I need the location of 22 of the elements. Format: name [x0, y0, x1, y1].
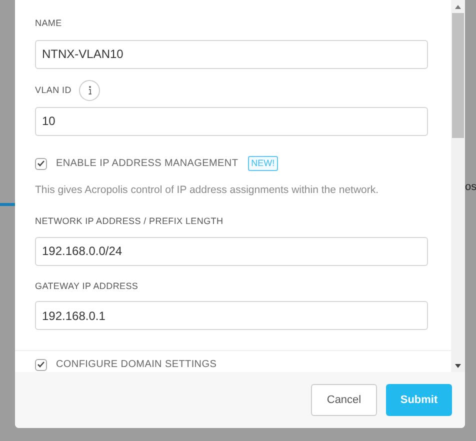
scrollbar-thumb[interactable]	[452, 13, 464, 138]
field-label: VLAN ID	[35, 84, 72, 98]
checkbox[interactable]	[35, 358, 47, 371]
field-label: NAME	[35, 17, 62, 30]
info-icon[interactable]	[79, 80, 100, 102]
input-field[interactable]: 10	[35, 106, 428, 136]
description-text: This gives Acropolis control of IP address assignments within the network.	[35, 183, 380, 198]
cancel-button[interactable]: Cancel	[311, 384, 377, 416]
background-text: os	[465, 180, 476, 195]
input-field[interactable]: NTNX-VLAN10	[35, 40, 428, 69]
tab-indicator	[0, 203, 15, 206]
field-label: GATEWAY IP ADDRESS	[35, 280, 140, 293]
scroll-down-icon[interactable]	[454, 363, 462, 369]
checkbox[interactable]	[35, 158, 47, 170]
input-field[interactable]: 192.168.0.1	[35, 301, 428, 330]
field-label: NETWORK IP ADDRESS / PREFIX LENGTH	[35, 215, 224, 228]
scrollbar[interactable]	[451, 0, 465, 372]
field-label: CONFIGURE DOMAIN SETTINGS	[56, 358, 217, 372]
new-badge: NEW!	[248, 156, 278, 172]
scroll-up-icon[interactable]	[454, 4, 462, 10]
input-field[interactable]: 192.168.0.0/24	[35, 236, 428, 266]
field-label: ENABLE IP ADDRESS MANAGEMENT	[56, 157, 238, 172]
